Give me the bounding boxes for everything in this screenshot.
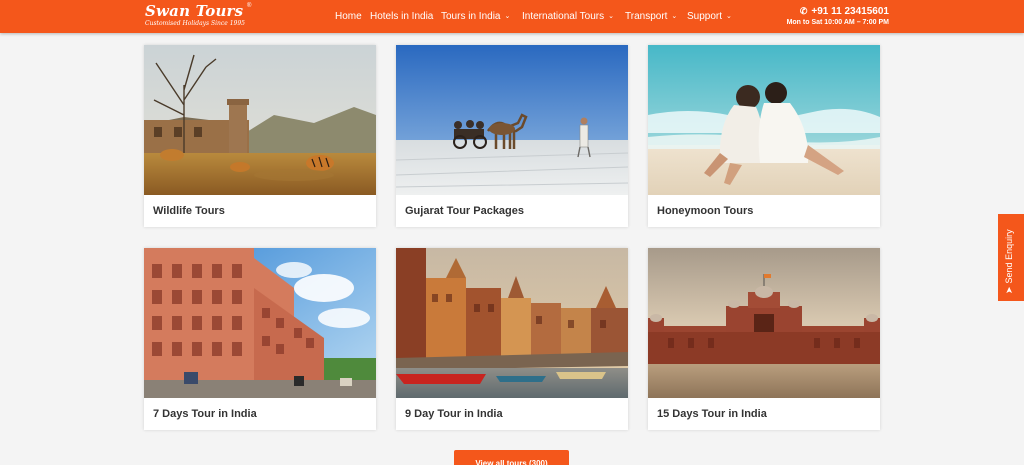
- nav-tours-in-india[interactable]: Tours in India ⌄: [441, 11, 510, 22]
- tour-card-title[interactable]: Honeymoon Tours: [657, 205, 753, 217]
- chevron-down-icon: ⌄: [504, 13, 511, 20]
- tour-card-title[interactable]: Wildlife Tours: [153, 205, 225, 217]
- send-enquiry-tab[interactable]: ➤ Send Enquiry: [998, 214, 1024, 301]
- logo-name: Swan Tours: [145, 2, 244, 20]
- ghats-illustration: [396, 248, 628, 398]
- tour-card-15-days[interactable]: 15 Days Tour in India: [648, 248, 880, 430]
- nav-home-label: Home: [335, 11, 362, 22]
- tour-card-image[interactable]: [144, 45, 376, 195]
- view-all-tours-button[interactable]: View all tours (300): [454, 450, 569, 465]
- chevron-down-icon: ⌄: [671, 13, 678, 20]
- site-logo[interactable]: Swan Tours ® Customised Holidays Since 1…: [143, 2, 261, 30]
- send-icon: ➤: [1004, 286, 1014, 294]
- nav-international-tours[interactable]: International Tours ⌄: [522, 11, 614, 22]
- nav-home[interactable]: Home: [335, 11, 362, 22]
- office-hours: Mon to Sat 10:00 AM – 7:00 PM: [786, 19, 889, 26]
- tour-card-image[interactable]: [144, 248, 376, 398]
- tour-card-gujarat[interactable]: Gujarat Tour Packages: [396, 45, 628, 227]
- chevron-down-icon: ⌄: [726, 13, 732, 20]
- tour-card-title[interactable]: Gujarat Tour Packages: [405, 205, 524, 217]
- red-fort-illustration: [648, 248, 880, 398]
- tour-card-image[interactable]: [648, 248, 880, 398]
- chevron-down-icon: ⌄: [608, 13, 614, 20]
- nav-transport-label: Transport: [625, 11, 668, 22]
- phone-number: +91 11 23415601: [811, 6, 889, 17]
- logo-registered-mark: ®: [247, 3, 252, 9]
- nav-support-label: Support: [687, 11, 723, 22]
- contact-info: ✆ +91 11 23415601 Mon to Sat 10:00 AM – 7…: [759, 6, 889, 26]
- tour-card-honeymoon[interactable]: Honeymoon Tours: [648, 45, 880, 227]
- send-enquiry-content: ➤ Send Enquiry: [1004, 214, 1015, 294]
- send-enquiry-label: Send Enquiry: [1004, 229, 1014, 284]
- tour-card-9-day[interactable]: 9 Day Tour in India: [396, 248, 628, 430]
- nav-transport[interactable]: Transport ⌄: [625, 11, 677, 22]
- tour-card-title[interactable]: 9 Day Tour in India: [405, 408, 503, 420]
- tour-card-image[interactable]: [648, 45, 880, 195]
- tour-card-title[interactable]: 7 Days Tour in India: [153, 408, 257, 420]
- gujarat-illustration: [396, 45, 628, 195]
- nav-hotels-label: Hotels in India: [370, 11, 434, 22]
- tour-card-image[interactable]: [396, 248, 628, 398]
- phone-link[interactable]: ✆ +91 11 23415601: [759, 6, 889, 17]
- wildlife-illustration: [144, 45, 376, 195]
- honeymoon-illustration: [648, 45, 880, 195]
- phone-icon: ✆: [799, 6, 808, 16]
- nav-international-label: International Tours: [522, 11, 605, 22]
- nav-tours-in-india-label: Tours in India: [441, 11, 501, 22]
- nav-support[interactable]: Support ⌄: [687, 11, 732, 22]
- logo-tagline: Customised Holidays Since 1995: [145, 20, 246, 27]
- tour-card-wildlife[interactable]: Wildlife Tours: [144, 45, 376, 227]
- tour-card-7-days[interactable]: 7 Days Tour in India: [144, 248, 376, 430]
- tour-card-title[interactable]: 15 Days Tour in India: [657, 408, 767, 420]
- palace-illustration: [144, 248, 376, 398]
- site-header: Swan Tours ® Customised Holidays Since 1…: [0, 0, 1024, 33]
- nav-hotels-in-india[interactable]: Hotels in India: [370, 11, 433, 22]
- tour-card-image[interactable]: [396, 45, 628, 195]
